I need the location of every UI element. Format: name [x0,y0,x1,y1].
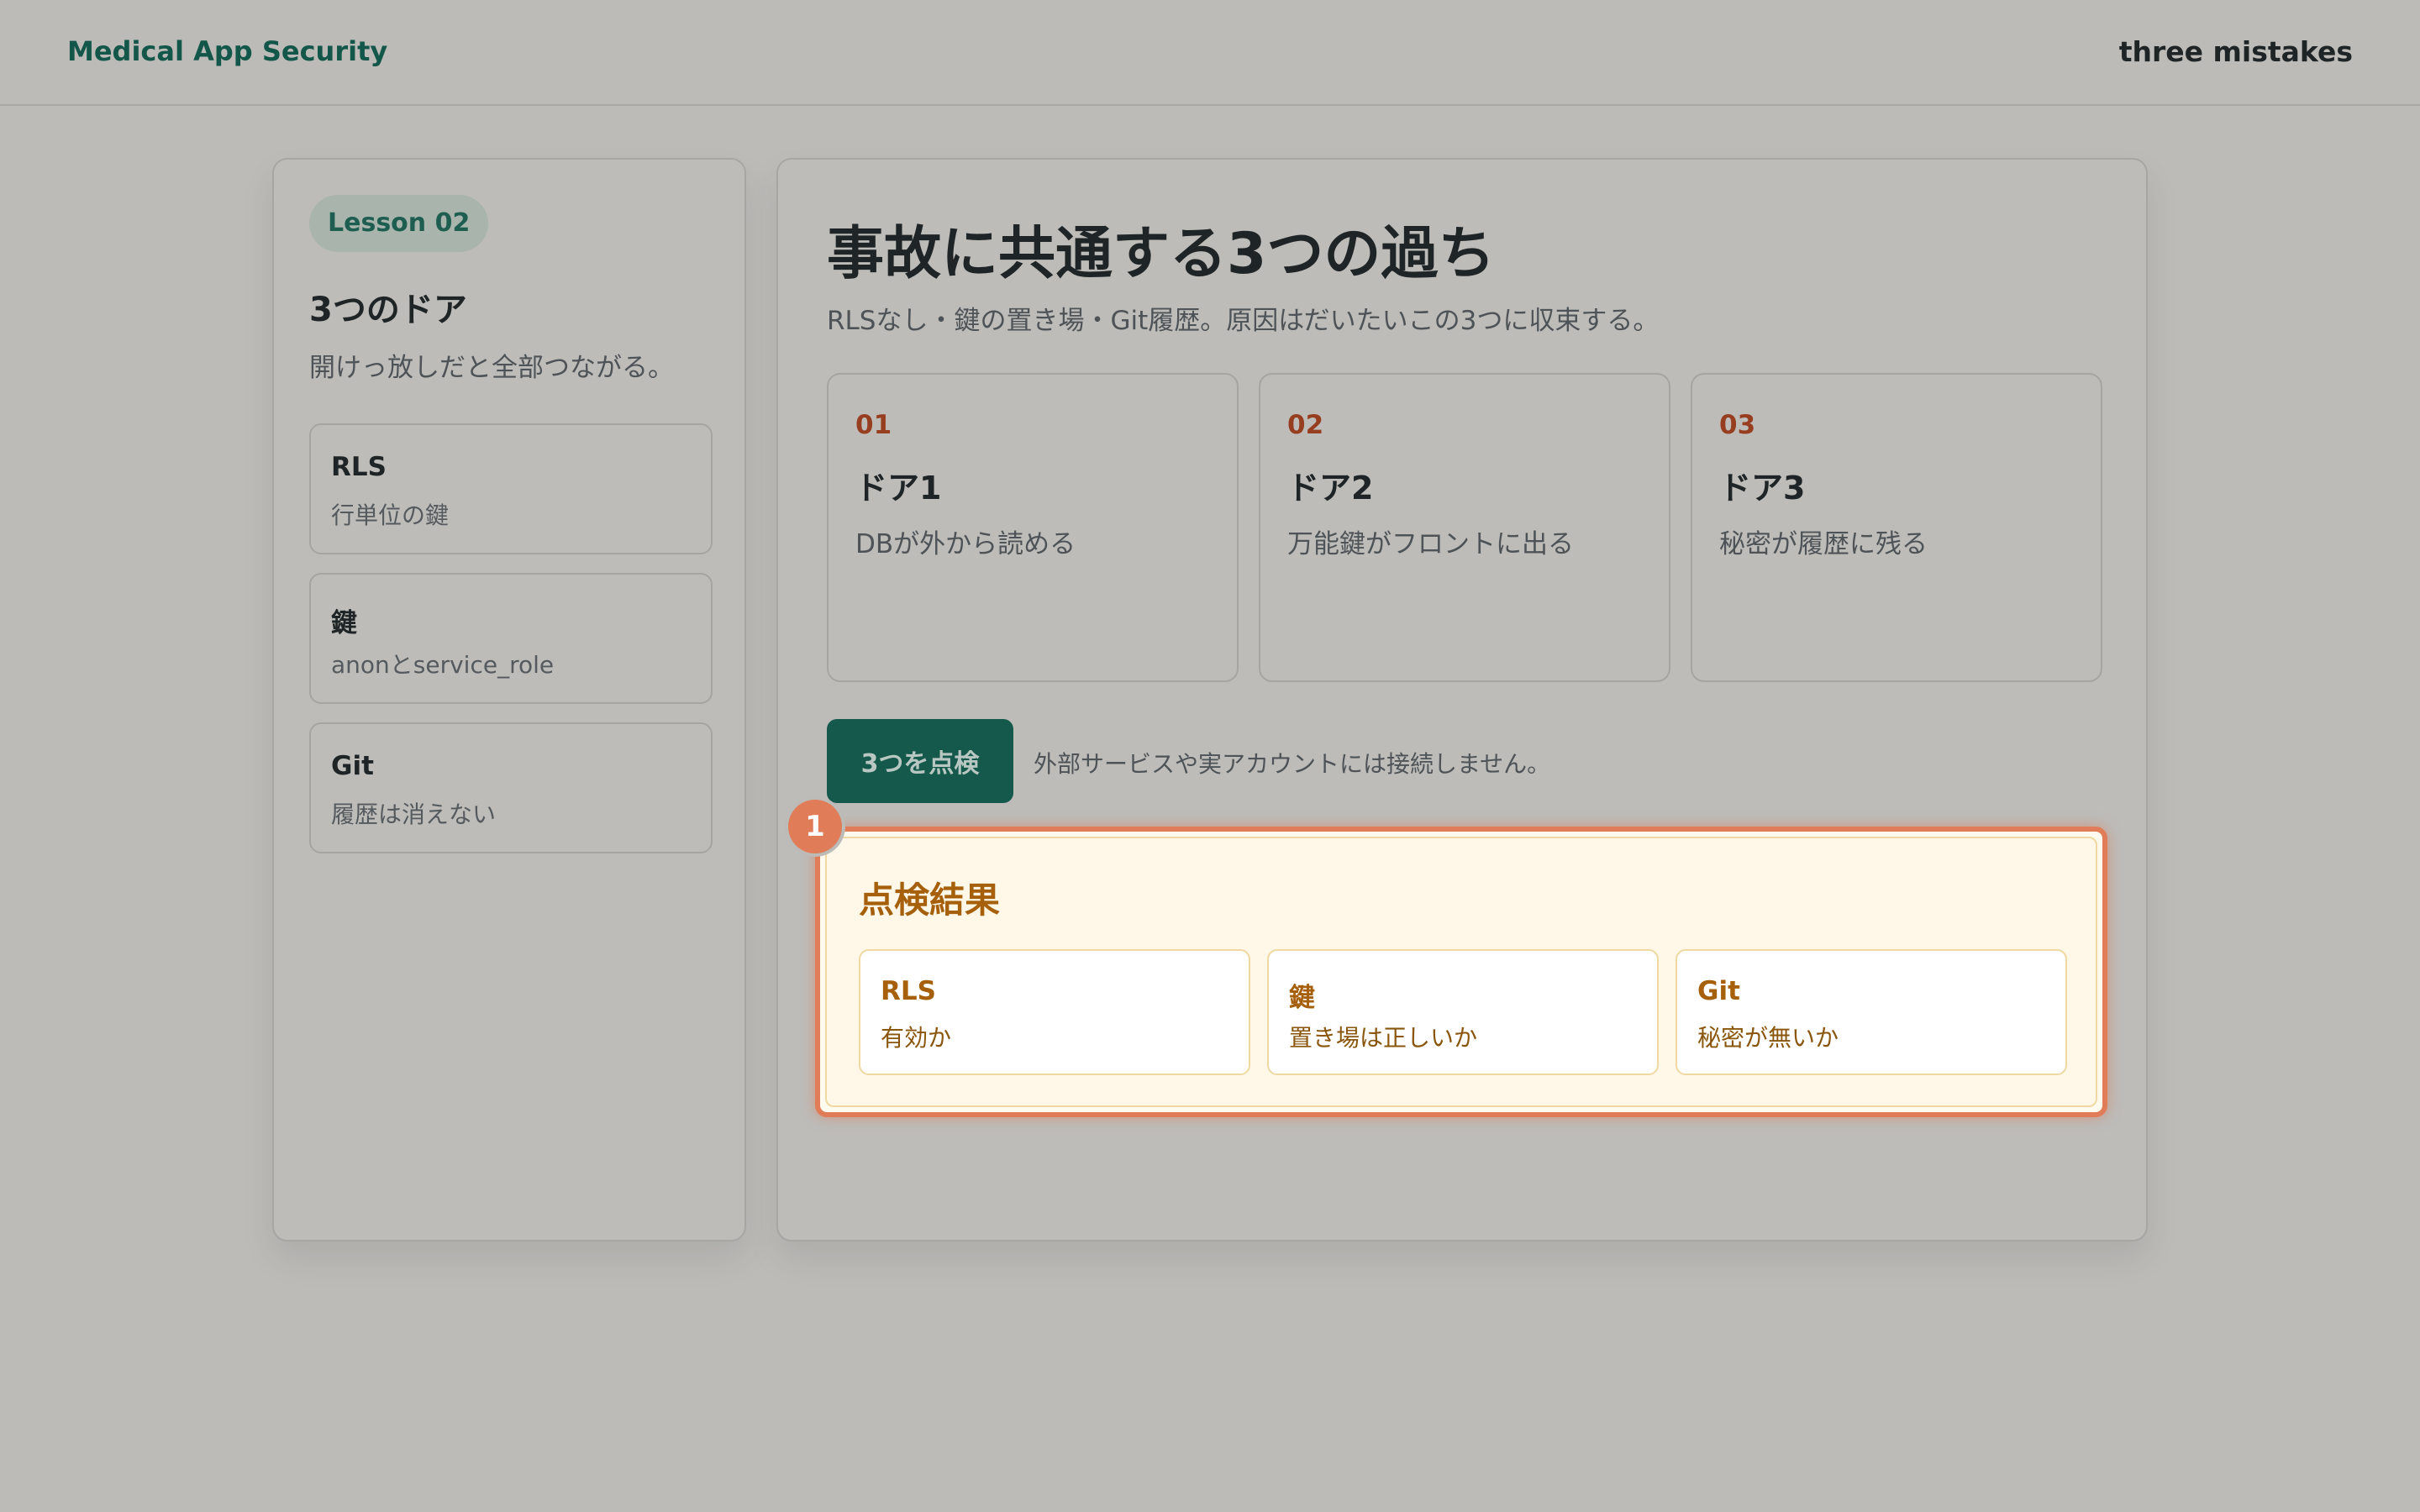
inspection-result-inner: 点検結果 RLS 有効か 鍵 置き場は正しいか Git 秘密が無いか [825,837,2097,1107]
result-card-key: 鍵 置き場は正しいか [1267,949,1659,1075]
door-number: 03 [1719,410,1756,440]
top-bar: Medical App Security three mistakes [0,0,2420,106]
sidebar-card-git[interactable]: Git 履歴は消えない [309,722,713,853]
sidebar-title: 3つのドア [309,291,467,329]
door-title: ドア2 [1287,470,1374,507]
door-desc: DBが外から読める [855,529,1076,559]
result-card-title: Git [1697,976,1740,1006]
door-desc: 秘密が履歴に残る [1719,529,1928,559]
result-card-desc: 秘密が無いか [1697,1024,1839,1052]
page-subtitle: RLSなし・鍵の置き場・Git履歴。原因はだいたいこの3つに収束する。 [827,306,1660,336]
door-card-3: 03 ドア3 秘密が履歴に残る [1691,373,2102,682]
result-card-rls: RLS 有効か [859,949,1250,1075]
sidebar-card-desc: 履歴は消えない [331,801,497,828]
page-title: 事故に共通する3つの過ち [827,221,1496,287]
result-card-title: 鍵 [1289,983,1315,1013]
result-card-title: RLS [881,976,936,1006]
sidebar-card-title: 鍵 [331,608,357,638]
inspection-result-panel: 点検結果 RLS 有効か 鍵 置き場は正しいか Git 秘密が無いか [815,827,2107,1117]
lesson-sidebar: Lesson 02 3つのドア 開けっ放しだと全部つながる。 RLS 行単位の鍵… [272,158,746,1242]
lesson-badge: Lesson 02 [309,195,489,252]
sidebar-card-title: Git [331,751,374,781]
brand-title[interactable]: Medical App Security [67,35,387,67]
sidebar-card-desc: anonとservice_role [331,651,555,679]
step-badge: 1 [788,800,842,853]
result-card-desc: 置き場は正しいか [1289,1024,1478,1052]
result-title: 点検結果 [859,879,1001,921]
door-title: ドア1 [855,470,942,507]
sidebar-card-rls[interactable]: RLS 行単位の鍵 [309,423,713,554]
check-three-button[interactable]: 3つを点検 [827,719,1013,803]
door-number: 01 [855,410,892,440]
result-card-git: Git 秘密が無いか [1676,949,2067,1075]
door-card-2: 02 ドア2 万能鍵がフロントに出る [1259,373,1670,682]
sidebar-subtitle: 開けっ放しだと全部つながる。 [309,353,674,383]
door-title: ドア3 [1719,470,1806,507]
header-right-label: three mistakes [2118,35,2353,68]
sidebar-card-key[interactable]: 鍵 anonとservice_role [309,573,713,704]
offline-note: 外部サービスや実アカウントには接続しません。 [1034,750,1551,778]
result-card-desc: 有効か [881,1024,952,1052]
sidebar-card-desc: 行単位の鍵 [331,501,450,529]
door-number: 02 [1287,410,1324,440]
door-desc: 万能鍵がフロントに出る [1287,529,1574,559]
door-card-1: 01 ドア1 DBが外から読める [827,373,1239,682]
sidebar-card-title: RLS [331,452,387,482]
